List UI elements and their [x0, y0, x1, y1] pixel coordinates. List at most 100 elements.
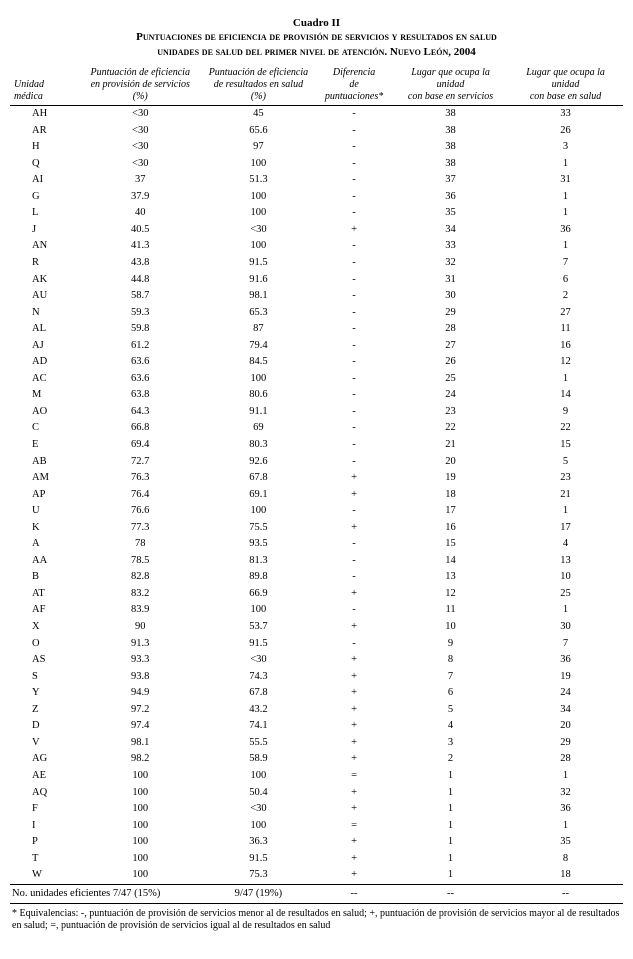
cell-lugar-salud: 5 — [508, 453, 623, 470]
table-row: AT83.266.9+1225 — [10, 586, 623, 603]
cell-diferencia: - — [315, 205, 393, 222]
cell-ef-servicios: 100 — [79, 801, 202, 818]
cell-diferencia: + — [315, 222, 393, 239]
cell-lugar-salud: 36 — [508, 652, 623, 669]
table-row: AO64.391.1-239 — [10, 404, 623, 421]
cell-ef-salud: 67.8 — [202, 470, 315, 487]
cell-unidad: AU — [10, 288, 79, 305]
cell-ef-salud: <30 — [202, 222, 315, 239]
table-body: AH<3045-3833AR<3065.6-3826H<3097-383Q<30… — [10, 105, 623, 903]
cell-ef-salud: 91.5 — [202, 255, 315, 272]
table-row: AU58.798.1-302 — [10, 288, 623, 305]
col-unidad: Unidad médica — [10, 65, 79, 106]
cell-diferencia: - — [315, 437, 393, 454]
cell-diferencia: - — [315, 420, 393, 437]
cell-lugar-salud: 4 — [508, 536, 623, 553]
summary-c4: -- — [393, 884, 508, 903]
cell-ef-servicios: 58.7 — [79, 288, 202, 305]
cell-lugar-servicios: 37 — [393, 172, 508, 189]
col-eficiencia-salud: Puntuación de eficiencia de resultados e… — [202, 65, 315, 106]
table-row: AK44.891.6-316 — [10, 271, 623, 288]
cell-unidad: AJ — [10, 338, 79, 355]
cell-ef-salud: 100 — [202, 371, 315, 388]
cell-diferencia: + — [315, 702, 393, 719]
cell-unidad: I — [10, 817, 79, 834]
cell-unidad: AK — [10, 271, 79, 288]
cell-lugar-salud: 1 — [508, 768, 623, 785]
cell-lugar-servicios: 38 — [393, 156, 508, 173]
cell-diferencia: - — [315, 271, 393, 288]
cell-diferencia: - — [315, 304, 393, 321]
table-row: AP76.469.1+1821 — [10, 486, 623, 503]
cell-unidad: AG — [10, 751, 79, 768]
cell-unidad: A — [10, 536, 79, 553]
cell-ef-salud: 45 — [202, 105, 315, 122]
cell-lugar-servicios: 11 — [393, 602, 508, 619]
cell-lugar-salud: 7 — [508, 255, 623, 272]
cell-unidad: AC — [10, 371, 79, 388]
cell-lugar-salud: 1 — [508, 371, 623, 388]
cell-lugar-servicios: 32 — [393, 255, 508, 272]
cell-diferencia: - — [315, 602, 393, 619]
cell-ef-salud: 55.5 — [202, 735, 315, 752]
table-row: A7893.5-154 — [10, 536, 623, 553]
cell-ef-salud: 81.3 — [202, 553, 315, 570]
table-row: I100100=11 — [10, 817, 623, 834]
cell-ef-salud: 66.9 — [202, 586, 315, 603]
cell-lugar-servicios: 13 — [393, 569, 508, 586]
cell-lugar-servicios: 15 — [393, 536, 508, 553]
cell-ef-servicios: 100 — [79, 851, 202, 868]
cell-lugar-servicios: 12 — [393, 586, 508, 603]
cell-unidad: H — [10, 139, 79, 156]
table-row: AF83.9100-111 — [10, 602, 623, 619]
table-row: AM76.367.8+1923 — [10, 470, 623, 487]
cell-ef-servicios: 59.8 — [79, 321, 202, 338]
cell-lugar-servicios: 1 — [393, 817, 508, 834]
cell-lugar-salud: 36 — [508, 801, 623, 818]
cell-diferencia: - — [315, 635, 393, 652]
cell-lugar-salud: 7 — [508, 635, 623, 652]
cell-unidad: AP — [10, 486, 79, 503]
cell-ef-servicios: 41.3 — [79, 238, 202, 255]
cell-ef-salud: 89.8 — [202, 569, 315, 586]
table-row: AN41.3100-331 — [10, 238, 623, 255]
cell-unidad: AL — [10, 321, 79, 338]
cell-ef-servicios: 63.6 — [79, 371, 202, 388]
table-row: Q<30100-381 — [10, 156, 623, 173]
cell-lugar-salud: 18 — [508, 867, 623, 884]
cell-lugar-salud: 29 — [508, 735, 623, 752]
cell-ef-servicios: 82.8 — [79, 569, 202, 586]
cell-lugar-salud: 32 — [508, 784, 623, 801]
cell-lugar-servicios: 19 — [393, 470, 508, 487]
cell-lugar-servicios: 18 — [393, 486, 508, 503]
cell-lugar-servicios: 1 — [393, 834, 508, 851]
cell-lugar-servicios: 1 — [393, 851, 508, 868]
table-row: D97.474.1+420 — [10, 718, 623, 735]
table-number: Cuadro II — [10, 16, 623, 30]
cell-diferencia: - — [315, 238, 393, 255]
cell-ef-servicios: 76.4 — [79, 486, 202, 503]
table-row: Y94.967.8+624 — [10, 685, 623, 702]
cell-ef-salud: 43.2 — [202, 702, 315, 719]
table-row: AS93.3<30+836 — [10, 652, 623, 669]
cell-ef-servicios: 100 — [79, 834, 202, 851]
cell-lugar-servicios: 17 — [393, 503, 508, 520]
cell-diferencia: - — [315, 371, 393, 388]
cell-unidad: R — [10, 255, 79, 272]
cell-diferencia: - — [315, 172, 393, 189]
cell-lugar-salud: 1 — [508, 205, 623, 222]
cell-ef-salud: 84.5 — [202, 354, 315, 371]
cell-ef-servicios: 83.2 — [79, 586, 202, 603]
cell-ef-servicios: 69.4 — [79, 437, 202, 454]
cell-ef-salud: 98.1 — [202, 288, 315, 305]
cell-lugar-salud: 1 — [508, 602, 623, 619]
cell-unidad: S — [10, 668, 79, 685]
cell-lugar-servicios: 20 — [393, 453, 508, 470]
cell-diferencia: - — [315, 189, 393, 206]
cell-ef-salud: 100 — [202, 503, 315, 520]
cell-diferencia: - — [315, 321, 393, 338]
cell-ef-salud: 67.8 — [202, 685, 315, 702]
cell-diferencia: + — [315, 520, 393, 537]
cell-unidad: M — [10, 387, 79, 404]
cell-ef-salud: <30 — [202, 801, 315, 818]
